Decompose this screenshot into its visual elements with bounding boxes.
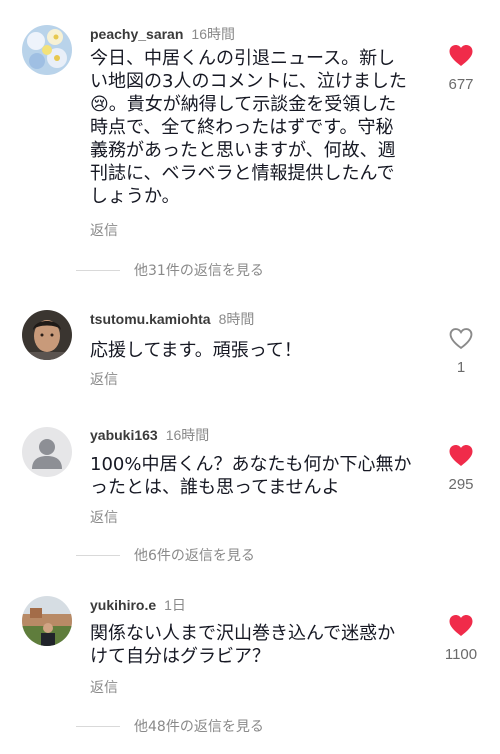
comment-username[interactable]: tsutomu.kamiohta 8時間 (90, 309, 254, 329)
comment-text-line: い地図の3人のコメントに、泣けました (90, 71, 407, 92)
view-more-replies-label[interactable]: 他48件の返信を見る (134, 716, 264, 736)
view-more-replies[interactable]: 他48件の返信を見る (76, 716, 264, 736)
divider (76, 269, 120, 271)
heart-filled-icon (449, 615, 473, 636)
comment-timestamp: 16時間 (191, 26, 235, 42)
reply-button[interactable]: 返信 (90, 677, 118, 697)
comment-text-line: 😢。貴女が納得して示談金を受領した (90, 94, 397, 115)
view-more-replies[interactable]: 他6件の返信を見る (76, 545, 255, 565)
like-count: 295 (448, 476, 474, 493)
person-photo-avatar[interactable] (22, 310, 72, 360)
like-count: 1 (456, 359, 466, 376)
heart-filled-icon (449, 45, 473, 66)
comment-username[interactable]: peachy_saran 16時間 (90, 24, 235, 44)
view-more-replies-label[interactable]: 他31件の返信を見る (134, 260, 264, 280)
view-more-replies[interactable]: 他31件の返信を見る (76, 260, 264, 280)
comment-text-line: 100%中居くん？あなたも何か下心無か (90, 454, 412, 475)
comment-timestamp: 1日 (164, 597, 186, 613)
heart-filled-icon (449, 445, 473, 466)
like-button[interactable]: 295 (436, 444, 486, 493)
comment-text-line: 時点で、全て終わったはずです。守秘 (90, 117, 394, 138)
comment-text-line: 関係ない人まで沢山巻き込んで迷惑か (90, 623, 396, 644)
default-user-avatar[interactable] (22, 427, 72, 477)
reply-button[interactable]: 返信 (90, 369, 118, 389)
comment-text-line: けて自分はグラビア？ (90, 646, 270, 667)
heart-outline-icon (449, 328, 473, 350)
like-button[interactable]: 1100 (436, 614, 486, 663)
comment-text: 応援してます。頑張って！ (90, 339, 425, 362)
comment-text: 関係ない人まで沢山巻き込んで迷惑か けて自分はグラビア？ (90, 622, 425, 668)
flower-photo-avatar[interactable] (22, 25, 72, 75)
comment-timestamp: 8時間 (218, 311, 255, 327)
comment-timestamp: 16時間 (165, 427, 210, 443)
comment-text-line: ったとは、誰も思ってませんよ (90, 477, 340, 498)
comment-text-line: 義務があったと思いますが、何故、週 (90, 140, 396, 161)
reply-button[interactable]: 返信 (90, 507, 118, 527)
divider (76, 554, 120, 556)
comment-text-line: 今日、中居くんの引退ニュース。新し (90, 48, 396, 69)
reply-button[interactable]: 返信 (90, 220, 118, 240)
comment-username[interactable]: yukihiro.e 1日 (90, 595, 186, 615)
comment-text: 100%中居くん？あなたも何か下心無か ったとは、誰も思ってませんよ (90, 453, 425, 499)
like-button[interactable]: 677 (436, 44, 486, 93)
username-text[interactable]: tsutomu.kamiohta (90, 311, 211, 327)
view-more-replies-label[interactable]: 他6件の返信を見る (134, 545, 255, 565)
like-count: 1100 (444, 646, 478, 663)
landscape-photo-avatar[interactable] (22, 596, 72, 646)
comment-text-line: 応援してます。頑張って！ (90, 340, 302, 361)
comment-text: 今日、中居くんの引退ニュース。新し い地図の3人のコメントに、泣けました 😢。貴… (90, 47, 425, 208)
like-count: 677 (448, 76, 474, 93)
comment-text-line: しょうか。 (90, 186, 180, 207)
divider (76, 725, 120, 727)
username-text[interactable]: peachy_saran (90, 26, 183, 42)
comment-username[interactable]: yabuki163 16時間 (90, 425, 209, 445)
username-text[interactable]: yukihiro.e (90, 597, 156, 613)
like-button[interactable]: 1 (436, 327, 486, 376)
comment-text-line: 刊誌に、ベラベラと情報提供したんで (90, 163, 395, 184)
username-text[interactable]: yabuki163 (90, 427, 158, 443)
